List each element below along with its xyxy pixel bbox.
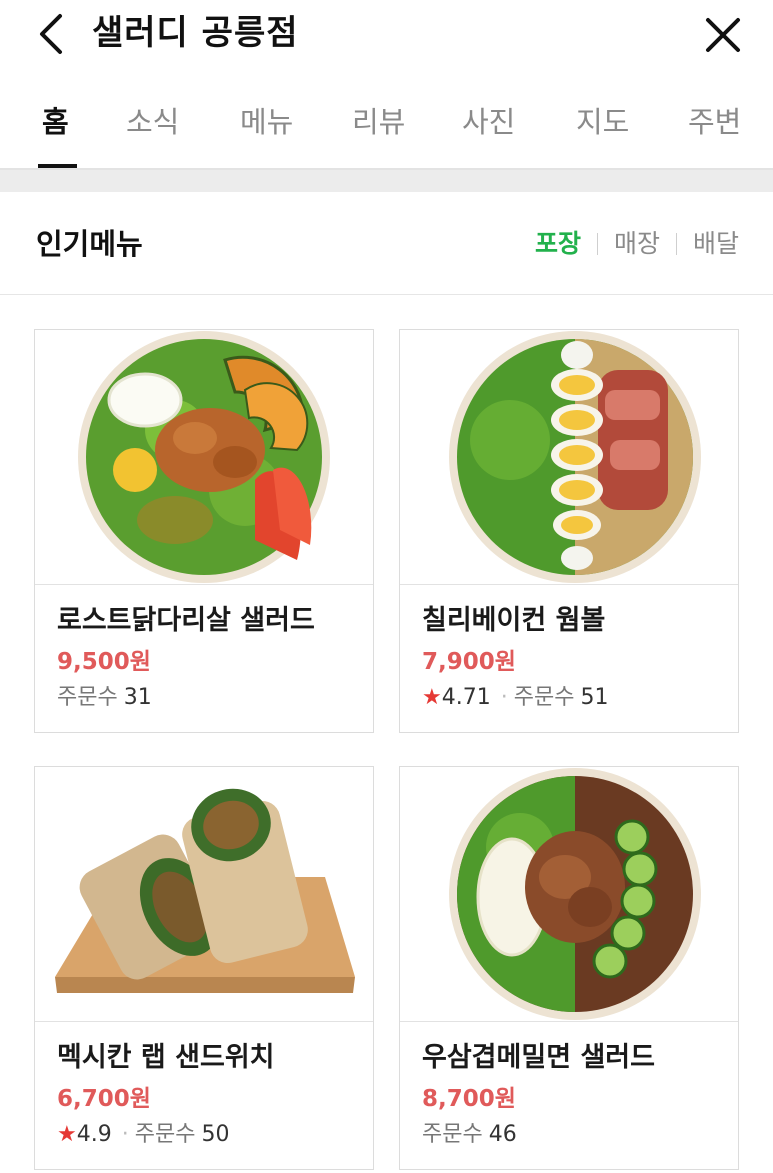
orders-count: 51 — [580, 685, 609, 710]
menu-image-chicken-salad — [35, 330, 373, 585]
menu-name: 우삼겹메밀면 샐러드 — [422, 1042, 655, 1073]
menu-card[interactable]: 로스트닭다리살 샐러드 9,500원 주문수 31 — [34, 329, 374, 733]
orders-label: 주문수 — [422, 1122, 483, 1147]
orders-count: 46 — [488, 1122, 517, 1147]
menu-name: 멕시칸 랩 샌드위치 — [57, 1042, 275, 1073]
filter-takeout[interactable]: 포장 — [535, 226, 581, 262]
orders-label: 주문수 — [513, 685, 575, 710]
popular-menu-header: 인기메뉴 포장 매장 배달 — [0, 192, 773, 295]
page-title: 샐러디 공릉점 — [92, 13, 299, 53]
menu-price: 9,500원 — [57, 649, 151, 675]
close-icon[interactable] — [700, 12, 746, 58]
tab-reviews[interactable]: 리뷰 — [352, 102, 405, 142]
chevron-left-icon[interactable] — [30, 10, 74, 58]
active-tab-indicator — [38, 164, 77, 168]
rating-value: 4.9 — [76, 1122, 112, 1147]
star-icon: ★ — [422, 685, 442, 710]
tab-nearby[interactable]: 주변 — [688, 102, 741, 142]
menu-name: 로스트닭다리살 샐러드 — [57, 605, 315, 636]
dot-separator: · — [121, 1122, 129, 1147]
menu-card[interactable]: 칠리베이컨 웜볼 7,900원 ★ 4.71 · 주문수 51 — [399, 329, 739, 733]
tab-home[interactable]: 홈 — [42, 102, 69, 142]
section-title: 인기메뉴 — [36, 227, 143, 261]
menu-price: 6,700원 — [57, 1086, 151, 1112]
menu-image-beef-noodle — [400, 767, 738, 1022]
orders-count: 31 — [123, 685, 152, 710]
menu-meta: 주문수 31 — [57, 682, 152, 714]
menu-name: 칠리베이컨 웜볼 — [422, 605, 606, 636]
tab-menu[interactable]: 메뉴 — [240, 102, 293, 142]
menu-meta: ★ 4.9 · 주문수 50 — [57, 1119, 229, 1151]
filter-dine-in[interactable]: 매장 — [614, 226, 660, 262]
orders-label: 주문수 — [134, 1122, 196, 1147]
menu-image-bacon-bowl — [400, 330, 738, 585]
tab-photos[interactable]: 사진 — [462, 102, 515, 142]
menu-image-wrap — [35, 767, 373, 1022]
orders-label: 주문수 — [57, 685, 118, 710]
orders-count: 50 — [201, 1122, 230, 1147]
menu-price: 8,700원 — [422, 1086, 516, 1112]
rating-value: 4.71 — [441, 685, 491, 710]
header: 샐러디 공릉점 — [0, 0, 773, 72]
menu-meta: 주문수 46 — [422, 1119, 517, 1151]
tab-map[interactable]: 지도 — [576, 102, 629, 142]
tab-news[interactable]: 소식 — [126, 102, 179, 142]
filter-divider — [675, 233, 677, 255]
tab-bar: 홈 소식 메뉴 리뷰 사진 지도 주변 — [0, 84, 773, 170]
menu-meta: ★ 4.71 · 주문수 51 — [422, 682, 608, 714]
order-type-filter: 포장 매장 배달 — [535, 226, 739, 262]
filter-divider — [596, 233, 598, 255]
menu-price: 7,900원 — [422, 649, 516, 675]
menu-card[interactable]: 멕시칸 랩 샌드위치 6,700원 ★ 4.9 · 주문수 50 — [34, 766, 374, 1170]
dot-separator: · — [500, 685, 508, 710]
menu-card[interactable]: 우삼겹메밀면 샐러드 8,700원 주문수 46 — [399, 766, 739, 1170]
star-icon: ★ — [57, 1122, 77, 1147]
section-divider — [0, 170, 773, 192]
filter-delivery[interactable]: 배달 — [693, 226, 739, 262]
